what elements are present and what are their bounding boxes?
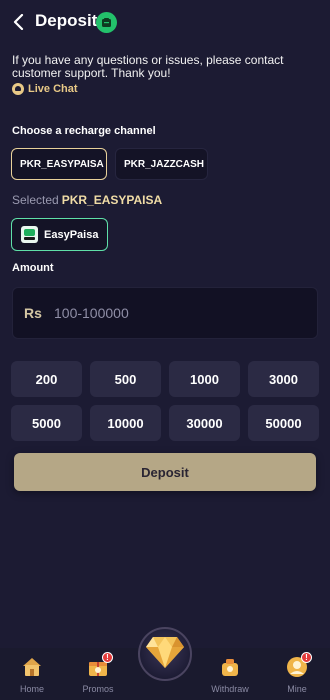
selected-channel-line: Selected PKR_EASYPAISA — [12, 193, 162, 207]
notification-badge: ! — [301, 652, 312, 663]
tab-center-diamond[interactable] — [138, 627, 192, 681]
channel-label: PKR_JAZZCASH — [124, 158, 205, 170]
deposit-button[interactable]: Deposit — [14, 453, 316, 491]
channel-label: PKR_EASYPAISA — [20, 158, 104, 170]
channel-option-jazzcash[interactable]: PKR_JAZZCASH — [115, 148, 208, 180]
tab-withdraw[interactable]: Withdraw — [200, 648, 260, 700]
page-title: Deposit — [35, 11, 98, 30]
preset-amount-button[interactable]: 200 — [11, 361, 82, 397]
preset-amount-button[interactable]: 10000 — [90, 405, 161, 441]
support-notice: If you have any questions or issues, ple… — [12, 53, 284, 80]
preset-amount-button[interactable]: 30000 — [169, 405, 240, 441]
wallet-icon[interactable] — [96, 12, 117, 33]
amount-label: Amount — [12, 262, 54, 274]
tab-label: Home — [19, 684, 44, 694]
chevron-left-icon[interactable] — [10, 12, 28, 32]
channel-option-easypaisa[interactable]: PKR_EASYPAISA — [11, 148, 107, 180]
live-chat-label: Live Chat — [28, 83, 78, 95]
user-icon: ! — [285, 652, 312, 679]
tab-home[interactable]: Home — [2, 648, 62, 700]
tab-mine[interactable]: ! Mine — [267, 648, 327, 700]
home-icon — [20, 655, 44, 679]
tab-promos[interactable]: ! Promos — [68, 648, 128, 700]
withdraw-icon — [218, 655, 242, 679]
selected-prefix: Selected — [12, 193, 59, 207]
tab-label: Promos — [82, 684, 114, 694]
selected-channel-value: PKR_EASYPAISA — [61, 193, 163, 207]
channel-section-label: Choose a recharge channel — [12, 125, 156, 137]
header-bar: Deposit — [0, 0, 330, 44]
preset-amount-button[interactable]: 500 — [90, 361, 161, 397]
payment-method-easypaisa[interactable]: EasyPaisa — [11, 218, 108, 251]
tab-label: Mine — [287, 684, 307, 694]
live-chat-link[interactable]: Live Chat — [12, 83, 78, 95]
amount-input[interactable] — [54, 305, 294, 321]
payment-method-label: EasyPaisa — [44, 228, 99, 241]
easypaisa-logo-icon — [21, 226, 38, 243]
channel-list: PKR_EASYPAISA PKR_JAZZCASH — [11, 148, 208, 180]
headset-icon — [12, 83, 24, 95]
tab-label: Withdraw — [211, 684, 249, 694]
gift-icon: ! — [86, 652, 113, 679]
amount-field[interactable]: Rs — [12, 287, 318, 339]
preset-amount-button[interactable]: 50000 — [248, 405, 319, 441]
currency-symbol: Rs — [24, 305, 42, 321]
notification-badge: ! — [102, 652, 113, 663]
preset-amount-button[interactable]: 1000 — [169, 361, 240, 397]
preset-amount-button[interactable]: 5000 — [11, 405, 82, 441]
preset-amount-button[interactable]: 3000 — [248, 361, 319, 397]
diamond-icon — [145, 635, 185, 674]
amount-presets: 200 500 1000 3000 5000 10000 30000 50000 — [11, 361, 319, 441]
